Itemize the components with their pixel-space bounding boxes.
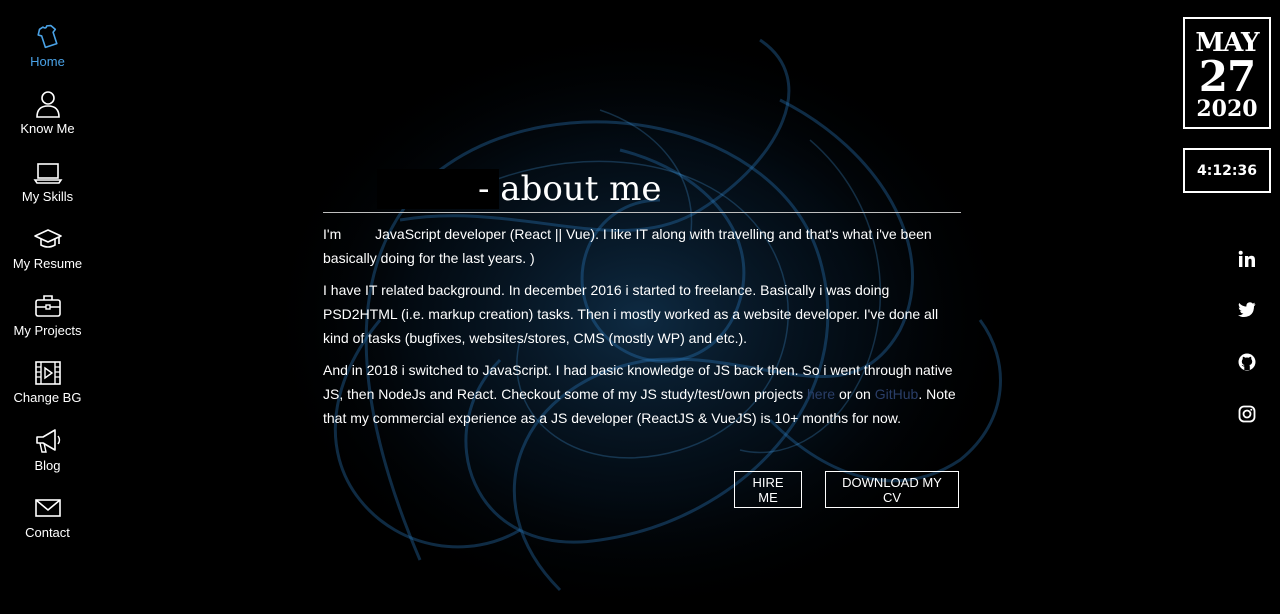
- page-title: - about me: [478, 169, 662, 209]
- linkedin-icon[interactable]: [1234, 246, 1260, 272]
- nav-label-contact: Contact: [25, 525, 70, 541]
- nav-item-my-skills[interactable]: My Skills: [0, 153, 95, 220]
- nav-label-my-skills: My Skills: [21, 188, 74, 204]
- nav-item-my-projects[interactable]: My Projects: [0, 287, 95, 354]
- github-icon[interactable]: [1234, 349, 1260, 375]
- nav-item-blog[interactable]: Blog: [0, 422, 95, 489]
- nav-item-my-resume[interactable]: My Resume: [0, 220, 95, 287]
- github-link[interactable]: GitHub: [875, 386, 919, 402]
- page: Home Know Me My Skills My Resume My Proj…: [0, 0, 1280, 614]
- date-card: MAY 27 2020: [1183, 17, 1271, 129]
- nav-label-blog: Blog: [34, 457, 61, 473]
- date-year: 2020: [1196, 96, 1258, 122]
- nav-label-my-resume: My Resume: [12, 255, 83, 271]
- download-cv-button[interactable]: DOWNLOAD MY CV: [825, 471, 959, 508]
- nav-label-my-projects: My Projects: [13, 323, 82, 339]
- projects-here-link[interactable]: here: [807, 386, 835, 402]
- laptop-icon: [33, 162, 62, 184]
- intro-prefix: I'm: [323, 226, 342, 242]
- briefcase-icon: [34, 295, 61, 317]
- envelope-icon: [34, 499, 61, 517]
- sidebar-nav: Home Know Me My Skills My Resume My Proj…: [0, 18, 95, 556]
- film-icon: [34, 361, 61, 386]
- heading-block: - about me: [323, 165, 961, 213]
- megaphone-icon: [35, 428, 60, 453]
- paragraph-javascript: And in 2018 i switched to JavaScript. I …: [323, 358, 963, 430]
- clock: 4:12:36: [1183, 148, 1271, 193]
- twitter-icon[interactable]: [1234, 297, 1260, 323]
- nav-item-change-bg[interactable]: Change BG: [0, 354, 95, 421]
- nav-item-know-me[interactable]: Know Me: [0, 85, 95, 152]
- graduation-cap-icon: [33, 229, 62, 248]
- instagram-icon[interactable]: [1234, 401, 1260, 427]
- user-icon: [35, 91, 60, 119]
- intro-text: JavaScript developer (React || Vue). I l…: [323, 226, 932, 266]
- nav-item-home[interactable]: Home: [0, 18, 95, 85]
- paragraph-intro: I'm JavaScript developer (React || Vue).…: [323, 222, 963, 270]
- nav-label-know-me: Know Me: [20, 121, 75, 137]
- nav-label-home: Home: [30, 54, 65, 69]
- paragraph-background: I have IT related background. In decembe…: [323, 282, 939, 346]
- hire-me-button[interactable]: HIRE ME: [734, 471, 802, 508]
- shirt-icon: [36, 24, 58, 49]
- js-text-part2: or on: [838, 386, 871, 402]
- about-text: I'm JavaScript developer (React || Vue).…: [323, 222, 963, 438]
- nav-item-contact[interactable]: Contact: [0, 489, 95, 556]
- nav-label-change-bg: Change BG: [13, 390, 82, 406]
- date-day: 27: [1198, 52, 1256, 101]
